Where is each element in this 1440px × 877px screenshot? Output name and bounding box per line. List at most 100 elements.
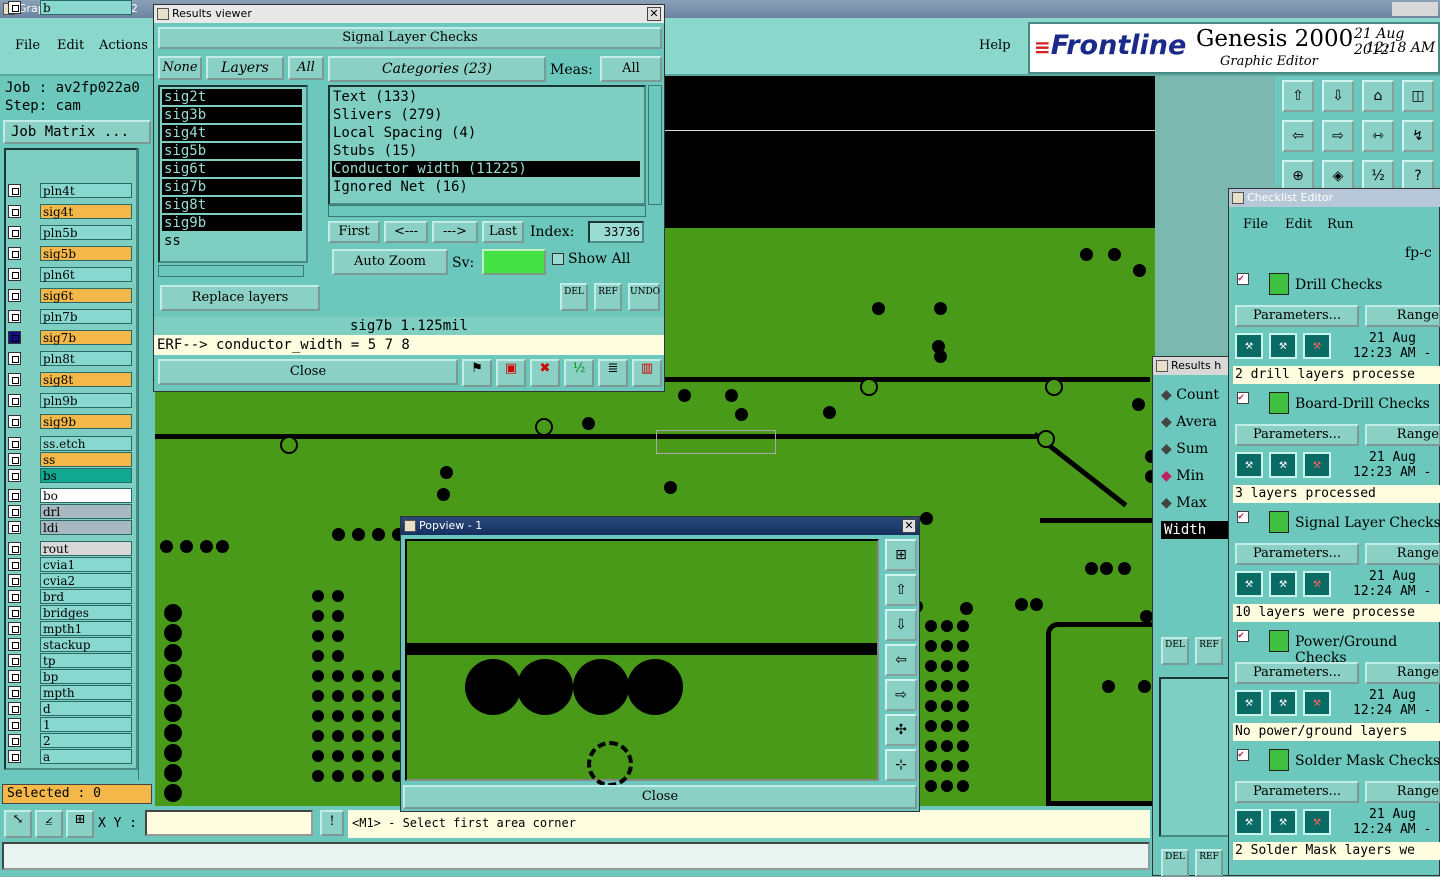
home-icon[interactable]: ⌂ [1362,80,1394,112]
category-hscroll[interactable] [328,205,646,217]
layer-checkbox[interactable] [8,702,21,715]
move-up-icon[interactable]: ⇧ [885,574,917,606]
ranges-button[interactable]: Range [1365,305,1440,327]
layer-row[interactable]: a [8,749,132,764]
layer-checkbox[interactable] [8,574,21,587]
layer-checkbox[interactable] [8,268,21,281]
layer-checkbox[interactable] [8,226,21,239]
checklist-item-name[interactable]: Signal Layer Checks [1295,515,1440,531]
auto-zoom-dropdown[interactable]: Auto Zoom [332,249,448,275]
result-layer-item[interactable]: sig4t [162,125,302,141]
layer-row[interactable]: pln7b [8,309,132,324]
layer-checkbox[interactable] [8,558,21,571]
checklist-item-name[interactable]: Board-Drill Checks [1295,396,1430,412]
layer-row[interactable]: bs [8,468,132,483]
layer-name[interactable]: pln4t [40,183,132,198]
layer-row[interactable]: ss.etch [8,436,132,451]
layer-row[interactable]: stackup [8,637,132,652]
stop-icon[interactable]: ⚒ [1303,333,1331,359]
move-up-icon[interactable]: ⇧ [1282,80,1314,112]
layer-checkbox[interactable] [8,606,21,619]
menu-help[interactable]: Help [979,38,1011,53]
category-item[interactable]: Conductor width (11225) [332,161,640,177]
delete-icon[interactable]: ✖ [530,359,560,387]
layer-checkbox[interactable] [8,469,21,482]
zoom-tool-icon[interactable]: ⤡ [4,810,32,838]
close-icon[interactable]: ✕ [902,519,916,533]
measure-tool-icon[interactable]: ⦤ [35,810,63,838]
results-close-button[interactable]: Close [158,359,458,385]
layer-scrollbar[interactable] [138,148,152,780]
window-controls[interactable] [1392,2,1438,16]
move-down-icon[interactable]: ⇩ [1322,80,1354,112]
layer-name[interactable]: bp [40,669,132,684]
category-vscroll[interactable] [648,85,662,205]
close-icon[interactable]: ✕ [647,7,661,21]
layer-checkbox[interactable] [8,453,21,466]
none-button[interactable]: None [158,56,202,80]
layer-checkbox[interactable] [8,394,21,407]
job-matrix-button[interactable]: Job Matrix ... [3,120,151,144]
grid-tool-icon[interactable]: ⊞ [66,810,94,838]
layer-name[interactable]: brd [40,589,132,604]
category-item[interactable]: Ignored Net (16) [332,179,640,195]
result-layer-item[interactable]: sig8t [162,197,302,213]
layer-row[interactable]: sig7b [8,330,132,345]
run-icon[interactable]: ⚒ [1235,571,1263,597]
checklist-item-checkbox[interactable]: ✔ [1237,511,1249,523]
layer-row[interactable]: mpth [8,685,132,700]
layer-row[interactable]: tp [8,653,132,668]
ranges-button[interactable]: Range [1365,424,1440,446]
parameters-button[interactable]: Parameters... [1235,305,1359,327]
result-layer-item[interactable]: sig2t [162,89,302,105]
layer-name[interactable]: pln8t [40,351,132,366]
layer-name[interactable]: a [40,749,132,764]
fit-icon[interactable]: ✣ [885,714,917,746]
radio-icon[interactable]: ◆ [1161,495,1172,511]
stop-icon[interactable]: ⚒ [1303,809,1331,835]
zoom-icon[interactable]: ⊞ [885,539,917,571]
layer-name[interactable]: sig4t [40,204,132,219]
layer-row[interactable]: b [8,0,132,15]
info-button[interactable]: ! [320,810,344,836]
layer-row[interactable]: pln9b [8,393,132,408]
layer-checkbox[interactable] [8,289,21,302]
panel-icon[interactable]: ◫ [1402,80,1434,112]
checklist-item-checkbox[interactable]: ✔ [1237,749,1249,761]
layer-name[interactable]: drl [40,504,132,519]
layer-name[interactable]: cvia1 [40,557,132,572]
layer-row[interactable]: drl [8,504,132,519]
category-item[interactable]: Slivers (279) [332,107,640,123]
result-layer-item[interactable]: ss [162,233,302,249]
meas-dropdown[interactable]: All [600,56,662,82]
layer-name[interactable]: mpth1 [40,621,132,636]
checklist-menu-edit[interactable]: Edit [1285,217,1312,232]
layer-checkbox[interactable] [8,373,21,386]
export-icon[interactable]: ▣ [496,359,526,387]
layer-row[interactable]: brd [8,589,132,604]
layer-name[interactable]: pln9b [40,393,132,408]
small-ref-button[interactable]: REF [1195,637,1223,665]
checklist-item-checkbox[interactable]: ✔ [1237,630,1249,642]
checklist-menu-file[interactable]: File [1243,217,1268,232]
layer-checkbox[interactable] [8,437,21,450]
layer-checkbox[interactable] [8,654,21,667]
layer-row[interactable]: cvia1 [8,557,132,572]
layer-row[interactable]: sig9b [8,414,132,429]
ranges-button[interactable]: Range [1365,543,1440,565]
move-left-icon[interactable]: ⇦ [885,644,917,676]
move-left-icon[interactable]: ⇦ [1282,120,1314,152]
run-icon[interactable]: ⚒ [1235,809,1263,835]
layer-checkbox[interactable] [8,247,21,260]
run-icon[interactable]: ⚒ [1235,452,1263,478]
layer-row[interactable]: sig6t [8,288,132,303]
show-all-checkbox[interactable] [552,253,564,265]
stop-icon[interactable]: ⚒ [1303,690,1331,716]
number-icon[interactable]: ½ [564,359,594,387]
first-button[interactable]: First [328,221,380,243]
result-layer-item[interactable]: sig6t [162,161,302,177]
stop-icon[interactable]: ⚒ [1303,571,1331,597]
small-del-button[interactable]: DEL [1161,637,1189,665]
layer-checkbox[interactable] [8,205,21,218]
category-item[interactable]: Stubs (15) [332,143,640,159]
